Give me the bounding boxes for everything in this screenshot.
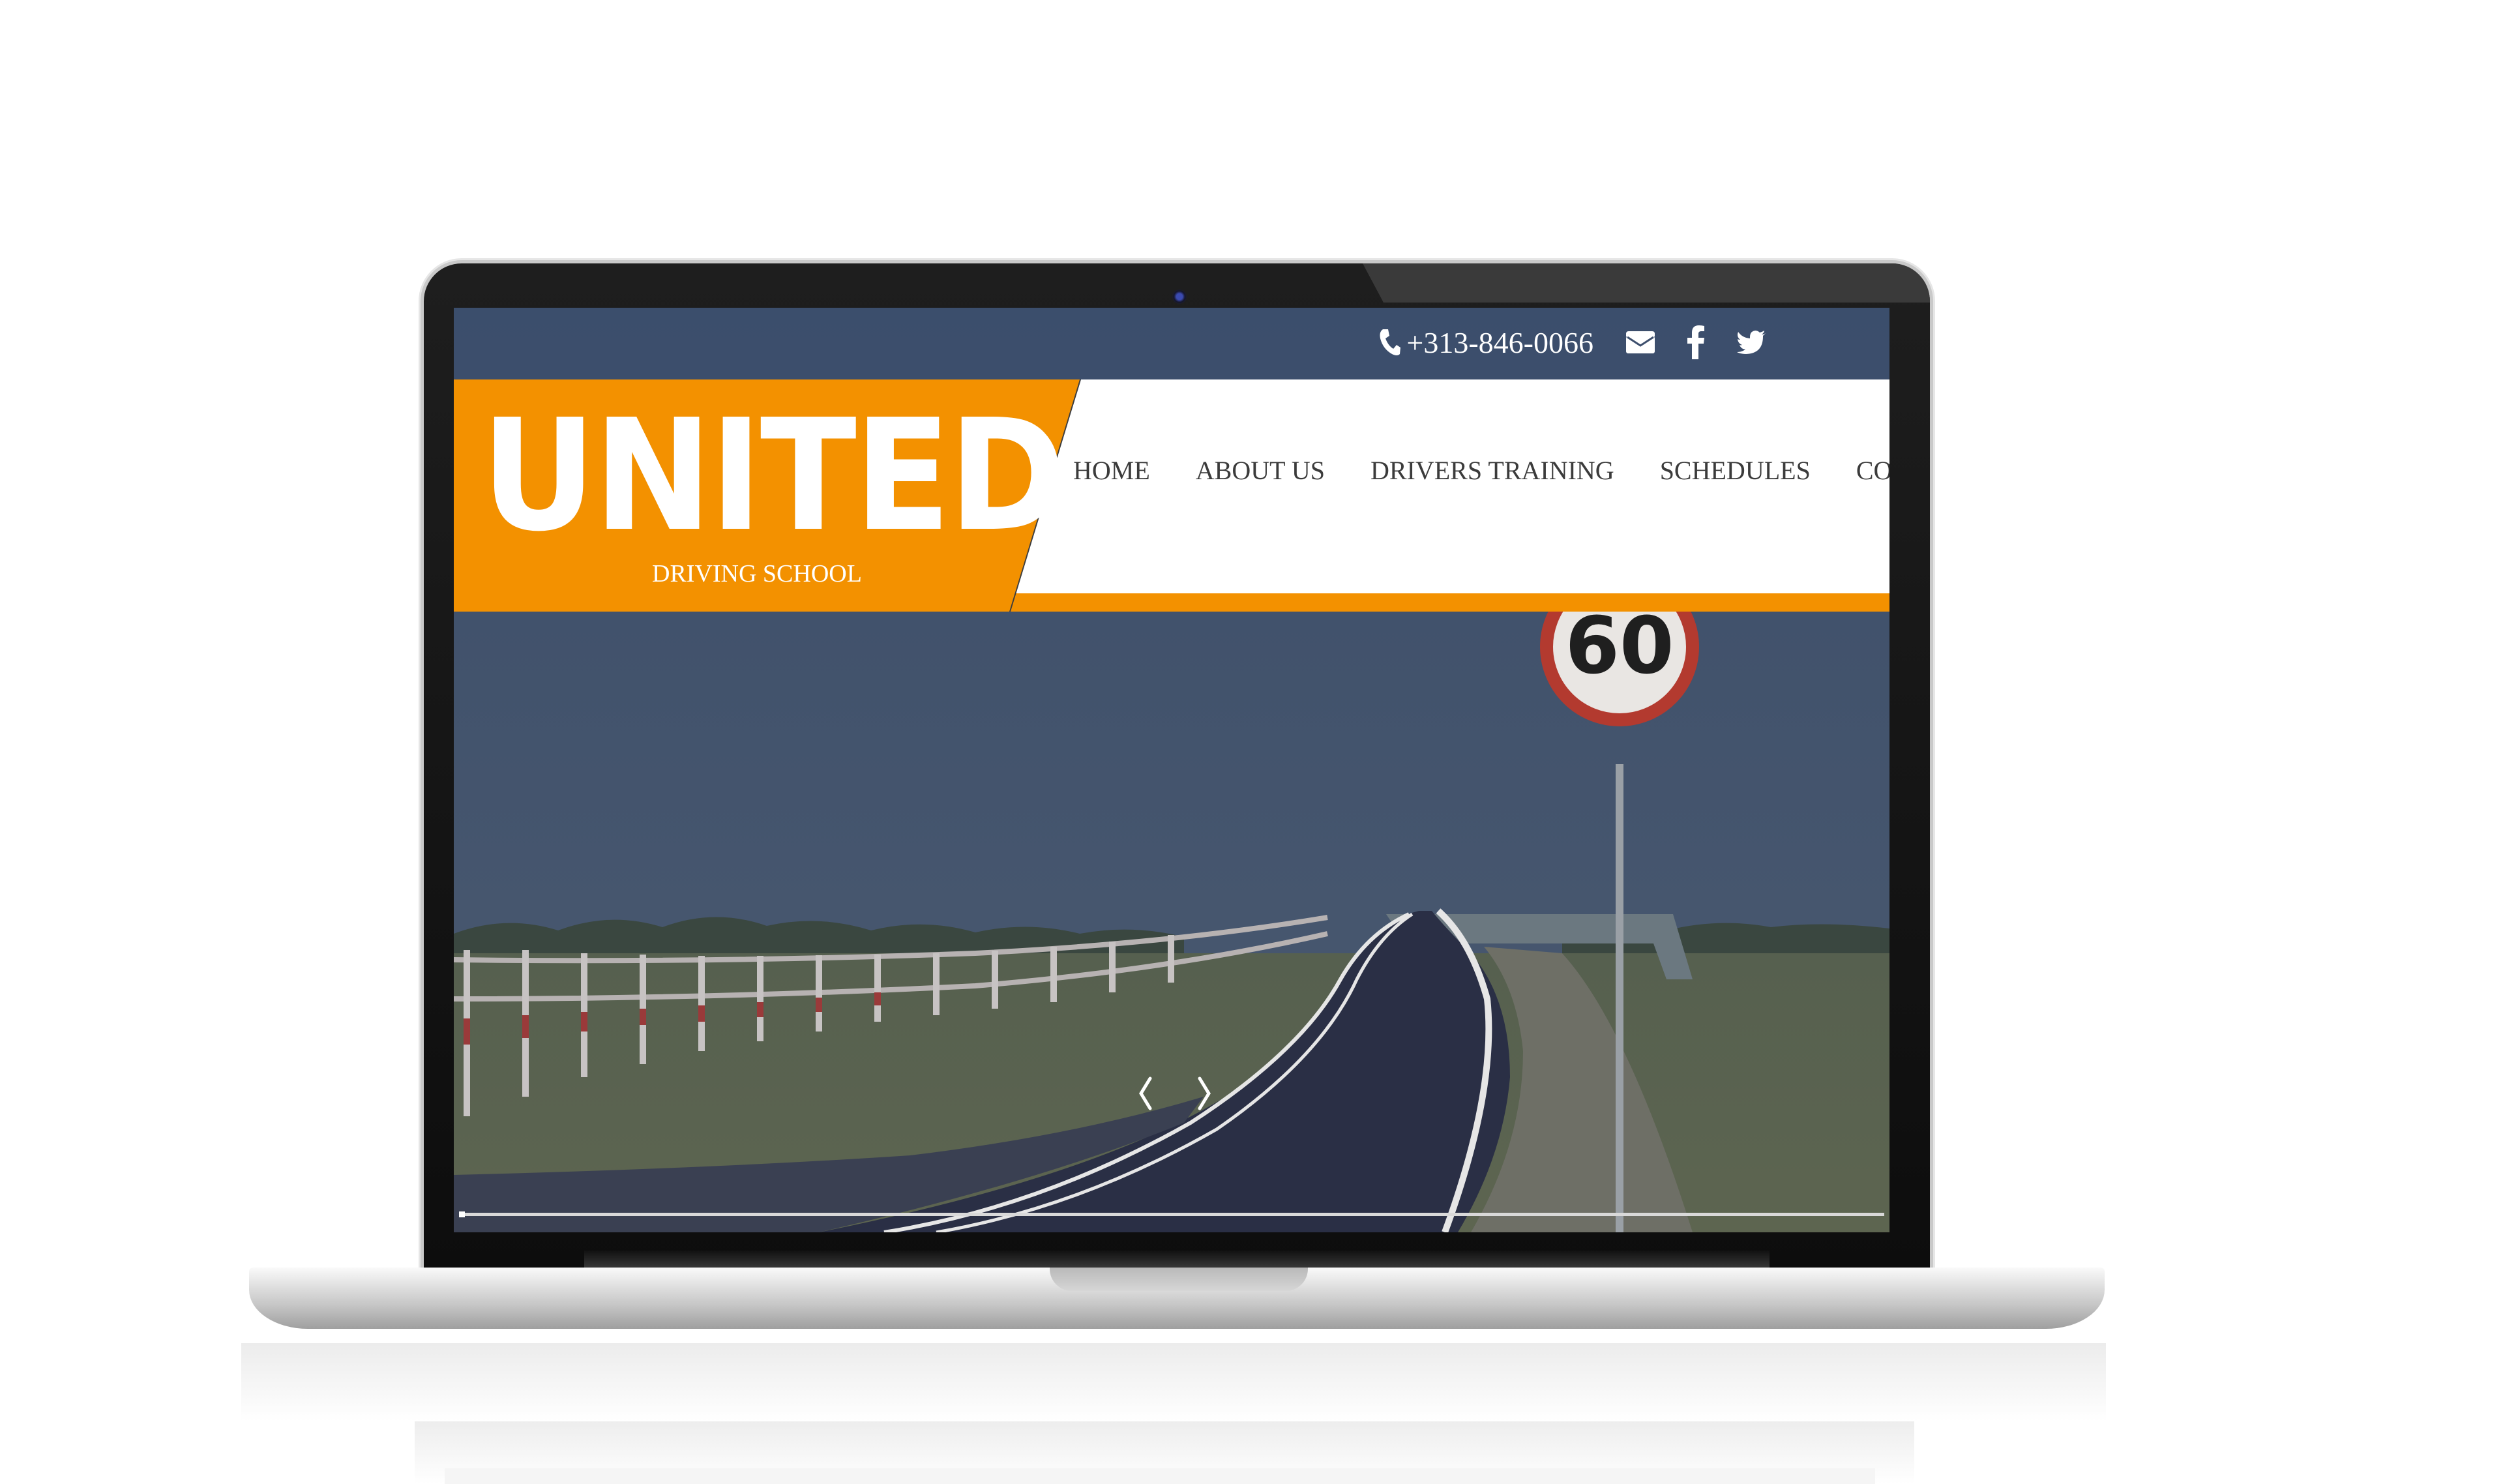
chevron-right-icon [1198,1076,1211,1110]
nav-item-contact-us[interactable]: CONTACT US [1856,455,1889,486]
envelope-icon[interactable] [1626,331,1655,353]
phone-icon [1379,328,1401,357]
nav-item-home[interactable]: HOME [1073,455,1150,486]
slide-progress-fill [459,1211,465,1217]
laptop-reflection [241,1343,2106,1421]
facebook-icon[interactable] [1687,325,1704,359]
phone-number: +313-846-0066 [1406,325,1593,359]
laptop-base [249,1268,2105,1329]
contact-links: +313-846-0066 [1379,319,1766,365]
nav-item-drivers-training[interactable]: DRIVERS TRAINING [1370,455,1614,486]
chevron-left-icon [1139,1076,1152,1110]
main-nav: HOME ABOUT US DRIVERS TRAINING SCHEDULES… [1073,455,1889,486]
website-screen: 60 +313-846-0066 UNITED DRIVING SCHOOL H… [454,308,1889,1232]
laptop-notch [1050,1268,1308,1291]
site-logo-subtitle: DRIVING SCHOOL [652,560,862,587]
laptop-hinge [584,1251,1770,1269]
nav-item-schedules[interactable]: SCHEDULES [1660,455,1811,486]
laptop-reflection-lower [415,1421,1914,1484]
slider-prev-button[interactable] [1129,1071,1162,1116]
lid-glare [1363,263,1930,303]
slider-next-button[interactable] [1188,1071,1221,1116]
speed-sign-number: 60 [1565,601,1674,692]
site-logo[interactable]: UNITED [481,399,1066,553]
slide-progress-bar [459,1211,1884,1217]
phone-link[interactable]: +313-846-0066 [1379,325,1593,360]
twitter-icon[interactable] [1737,331,1766,354]
camera-icon [1172,289,1187,304]
nav-item-about-us[interactable]: ABOUT US [1196,455,1325,486]
